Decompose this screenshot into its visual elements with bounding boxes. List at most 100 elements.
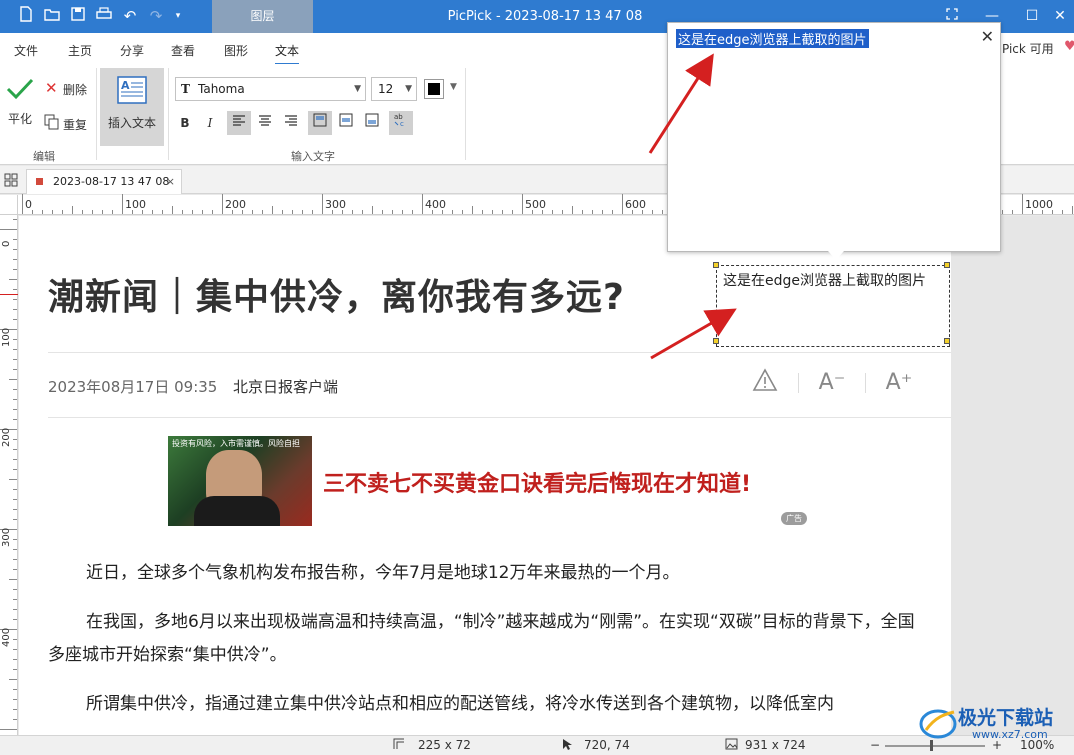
thumbnail-grid-icon[interactable]	[4, 173, 18, 190]
screenshot-image[interactable]: 潮新闻｜集中供冷，离你我有多远? 2023年08月17日 09:35 北京日报客…	[19, 216, 951, 735]
insert-text-button[interactable]: A 插入文本	[100, 68, 164, 146]
truetype-font-icon: T	[181, 82, 190, 96]
ruler-tick	[62, 210, 63, 214]
chevron-down-icon: ▼	[354, 84, 361, 94]
ruler-tick	[72, 206, 73, 214]
ruler-tick	[452, 210, 453, 214]
align-right-icon[interactable]	[279, 111, 303, 135]
text-annotation-content: 这是在edge浏览器上截取的图片	[723, 273, 926, 289]
tab-share[interactable]: 分享	[120, 42, 144, 59]
ruler-tick	[1062, 210, 1063, 214]
valign-middle-icon[interactable]	[334, 111, 358, 135]
ruler-tick	[13, 269, 17, 270]
ruler-tick	[13, 639, 17, 640]
new-file-icon[interactable]	[16, 6, 36, 26]
font-family-select[interactable]: T Tahoma ▼	[175, 77, 366, 101]
resize-handle[interactable]	[713, 338, 719, 344]
ruler-tick	[472, 206, 473, 214]
align-left-icon[interactable]	[227, 111, 251, 135]
ruler-tick	[272, 206, 273, 214]
edit-group-label: 编辑	[33, 150, 55, 163]
font-size-select[interactable]: 12 ▼	[371, 77, 417, 101]
article-paragraph: 在我国，多地6月以来出现极端高温和持续高温，“制冷”越来越成为“刚需”。在实现“…	[48, 612, 915, 665]
image-canvas[interactable]: 潮新闻｜集中供冷，离你我有多远? 2023年08月17日 09:35 北京日报客…	[19, 216, 1074, 735]
text-annotation-box[interactable]: 这是在edge浏览器上截取的图片	[716, 265, 950, 347]
valign-bottom-icon[interactable]	[360, 111, 384, 135]
context-tab-layer[interactable]: 图层	[212, 0, 313, 33]
ruler-tick	[9, 679, 17, 680]
apply-checkmark-icon[interactable]	[6, 78, 34, 103]
ruler-tick	[13, 399, 17, 400]
popup-selected-text[interactable]: 这是在edge浏览器上截取的图片	[676, 29, 869, 48]
document-tab[interactable]: 2023-08-17 13 47 08 ×	[26, 169, 182, 194]
ruler-tick	[102, 210, 103, 214]
ruler-tick	[13, 449, 17, 450]
resize-handle[interactable]	[944, 338, 950, 344]
ruler-tick	[13, 419, 17, 420]
window-title: PicPick - 2023-08-17 13 47 08	[447, 9, 643, 24]
resize-handle[interactable]	[944, 262, 950, 268]
heart-icon[interactable]: ♥	[1064, 39, 1074, 54]
quick-access-dropdown-icon[interactable]: ▾	[168, 6, 188, 26]
ruler-tick	[1022, 194, 1023, 214]
ruler-tick	[13, 719, 17, 720]
chevron-down-icon[interactable]: ▼	[450, 82, 457, 92]
ad-badge: 广告	[781, 512, 807, 525]
article-source: 北京日报客户端	[233, 378, 339, 396]
ruler-tick	[1072, 206, 1073, 214]
save-icon[interactable]	[68, 6, 88, 26]
ruler-tick	[352, 210, 353, 214]
undo-icon[interactable]: ↶	[120, 6, 140, 26]
ruler-tick	[13, 689, 17, 690]
ruler-tick	[112, 210, 113, 214]
ruler-tick	[252, 210, 253, 214]
text-edit-popup[interactable]: 这是在edge浏览器上截取的图片 ✕	[667, 22, 1001, 252]
repeat-button[interactable]: 重复	[63, 116, 87, 133]
repeat-icon[interactable]	[44, 114, 60, 133]
ruler-tick	[13, 709, 17, 710]
ruler-tick	[13, 549, 17, 550]
cursor-icon	[562, 738, 572, 754]
ruler-label: 400	[1, 627, 12, 647]
font-color-button[interactable]	[424, 79, 444, 99]
ruler-label: 200	[225, 198, 246, 211]
document-tab-label: 2023-08-17 13 47 08	[53, 175, 170, 188]
bold-button[interactable]: B	[173, 111, 197, 135]
close-window-button[interactable]: ✕	[1046, 0, 1074, 33]
ruler-tick	[0, 729, 17, 730]
ruler-tick	[92, 210, 93, 214]
text-wrap-icon[interactable]: ab c	[389, 111, 413, 135]
open-folder-icon[interactable]	[42, 6, 62, 26]
ruler-tick	[13, 319, 17, 320]
ruler-tick	[13, 349, 17, 350]
italic-button[interactable]: I	[198, 111, 222, 135]
align-center-icon[interactable]	[253, 111, 277, 135]
valign-top-icon[interactable]	[308, 111, 332, 135]
ruler-tick	[13, 539, 17, 540]
delete-icon[interactable]: ✕	[45, 79, 58, 97]
ruler-tick	[13, 339, 17, 340]
ruler-tick	[652, 210, 653, 214]
tab-home[interactable]: 主页	[68, 42, 92, 59]
tab-shape[interactable]: 图形	[224, 42, 248, 59]
apply-button[interactable]: 平化	[8, 110, 32, 127]
font-family-value: Tahoma	[198, 82, 245, 96]
document-tab-close-button[interactable]: ×	[166, 170, 175, 193]
popup-close-button[interactable]: ✕	[981, 27, 994, 46]
article-headline: 潮新闻｜集中供冷，离你我有多远?	[48, 277, 625, 318]
ruler-tick	[1002, 210, 1003, 214]
vertical-ruler: 0 100 200 300 400	[0, 215, 18, 735]
divider	[48, 417, 951, 418]
tab-view[interactable]: 查看	[171, 42, 195, 59]
zoom-out-button[interactable]: −	[870, 738, 880, 752]
ad-image: 投资有风险，入市需谨慎。风险自担	[168, 436, 312, 526]
tab-text[interactable]: 文本	[275, 42, 300, 65]
divider	[865, 373, 866, 393]
picpick-available-label: Pick 可用	[1002, 42, 1054, 56]
print-icon[interactable]	[94, 6, 114, 26]
tab-file[interactable]: 文件	[14, 42, 38, 59]
resize-handle[interactable]	[713, 262, 719, 268]
delete-button[interactable]: 删除	[63, 81, 87, 98]
warning-icon	[750, 368, 780, 398]
ruler-tick	[302, 210, 303, 214]
